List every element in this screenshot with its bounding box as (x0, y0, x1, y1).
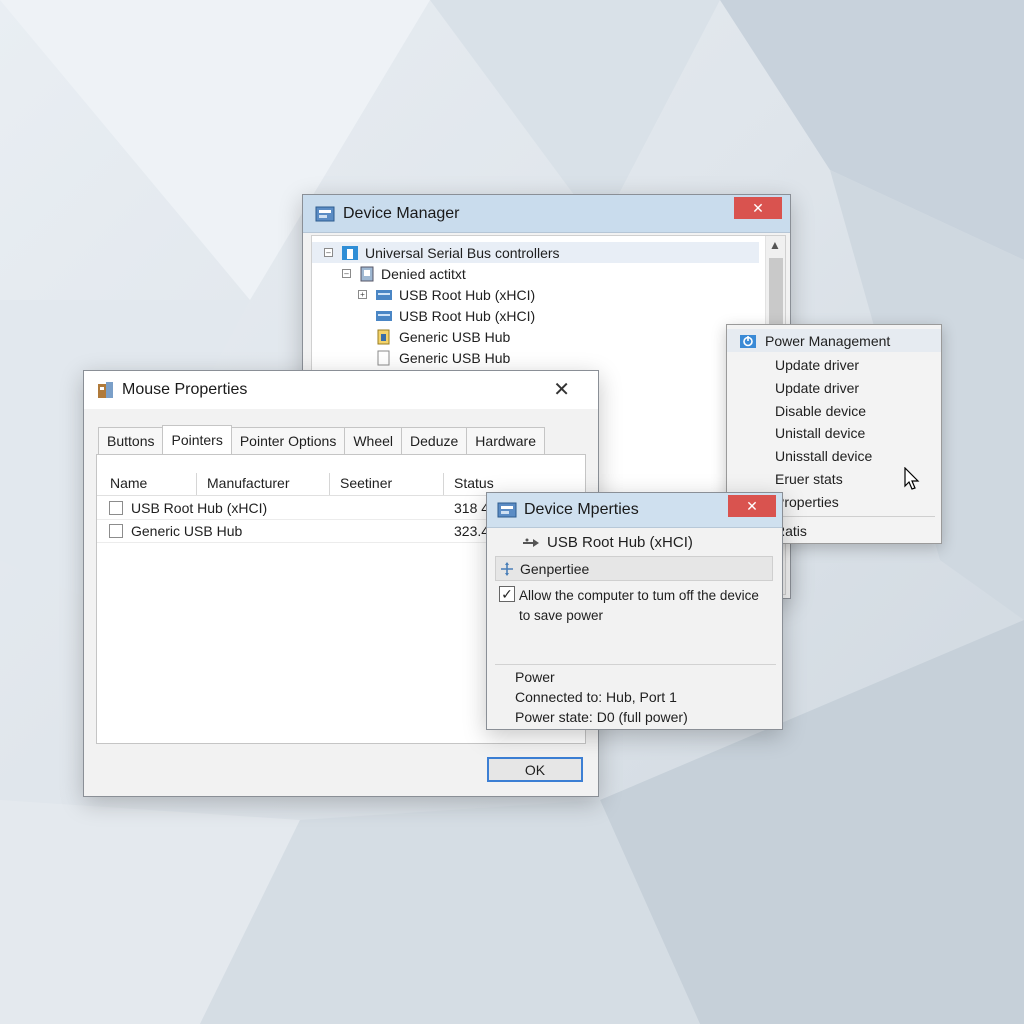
tree-node-usb-controllers[interactable]: – Universal Serial Bus controllers (312, 242, 759, 263)
usb-controller-icon (342, 245, 358, 260)
usb-hub-icon (376, 310, 392, 321)
menu-item-label: Power Management (765, 332, 891, 349)
scroll-up-icon[interactable]: ▲ (769, 238, 781, 252)
menu-item-update-driver[interactable]: Update driver (727, 353, 941, 376)
device-name: USB Root Hub (xHCI) (547, 534, 693, 551)
row-status: 318 4 (454, 500, 490, 516)
device-header: USB Root Hub (xHCI) (523, 534, 693, 551)
device-manager-close-button[interactable]: ✕ (734, 197, 782, 219)
tree-node-generic-hub-1[interactable]: Generic USB Hub (375, 326, 510, 347)
power-heading: Power (515, 669, 555, 685)
menu-item-uninstall-device-2[interactable]: Unisstall device (727, 444, 941, 467)
tab-pointers[interactable]: Pointers (162, 425, 232, 454)
tree-node-label: Denied actitxt (381, 265, 466, 282)
menu-item-power-management[interactable]: Power Management (727, 329, 941, 352)
row-name: USB Root Hub (xHCI) (131, 500, 268, 516)
column-header-status[interactable]: Status (454, 475, 494, 491)
allow-power-off-option[interactable]: ✓ Allow the computer to tum off the devi… (499, 586, 759, 626)
mouse-properties-app-icon (98, 382, 113, 398)
connected-to-text: Connected to: Hub, Port 1 (515, 689, 677, 705)
tree-node-label: Generic USB Hub (399, 328, 511, 345)
tree-node-generic-hub-2[interactable]: Generic USB Hub (375, 347, 510, 368)
tab-hardware[interactable]: Hardware (466, 427, 545, 454)
collapse-icon[interactable]: – (324, 248, 333, 257)
usb-plug-icon (523, 538, 539, 547)
column-header-seetiner[interactable]: Seetiner (340, 475, 392, 491)
tree-node-usb-root-hub-2[interactable]: USB Root Hub (xHCI) (375, 305, 535, 326)
column-header-name[interactable]: Name (110, 475, 147, 491)
column-separator (196, 473, 197, 495)
tree-node-label: Universal Serial Bus controllers (365, 244, 560, 261)
checkbox-label-line2: to save power (519, 608, 604, 623)
group-header[interactable]: Genpertiee (495, 556, 773, 581)
tree-node-label: Generic USB Hub (399, 349, 511, 366)
tree-node-denied[interactable]: – Denied actitxt (342, 263, 466, 284)
row-checkbox[interactable] (109, 524, 123, 538)
generic-hub-icon (377, 329, 390, 344)
menu-separator (777, 516, 935, 517)
mouse-pointer-icon (904, 467, 920, 490)
tab-deduze[interactable]: Deduze (401, 427, 468, 454)
ok-button[interactable]: OK (487, 757, 583, 782)
checkbox-label-line1: Allow the computer to tum off the device (519, 588, 759, 603)
power-management-icon (740, 334, 756, 348)
device-properties-window: Device Mperties ✕ USB Root Hub (xHCI) Ge… (486, 492, 783, 730)
allow-power-off-checkbox[interactable]: ✓ (499, 586, 515, 602)
device-manager-titlebar[interactable]: Device Manager ✕ (303, 195, 790, 233)
menu-item-uninstall-device[interactable]: Unistall device (727, 421, 941, 444)
tree-node-label: USB Root Hub (xHCI) (399, 307, 536, 324)
collapse-icon[interactable]: – (342, 269, 351, 278)
tab-wheel[interactable]: Wheel (344, 427, 403, 454)
blank-device-icon (377, 350, 390, 365)
mouse-properties-tabs: Buttons Pointers Pointer Options Wheel D… (98, 425, 545, 454)
power-state-text: Power state: D0 (full power) (515, 709, 688, 725)
mouse-properties-title: Mouse Properties (122, 381, 248, 398)
device-properties-titlebar[interactable]: Device Mperties ✕ (487, 493, 782, 528)
mouse-properties-titlebar[interactable]: Mouse Properties ✕ (84, 371, 598, 409)
column-separator (329, 473, 330, 495)
row-status: 323.4 (454, 523, 490, 539)
tab-pointer-options[interactable]: Pointer Options (230, 427, 346, 454)
device-properties-title: Device Mperties (524, 501, 639, 518)
menu-item-disable-device[interactable]: Disable device (727, 399, 941, 422)
expand-icon[interactable]: + (358, 290, 367, 299)
menu-item-update-driver-2[interactable]: Update driver (727, 376, 941, 399)
move-icon (501, 561, 513, 576)
device-properties-close-button[interactable]: ✕ (728, 495, 776, 517)
device-properties-app-icon (497, 502, 517, 518)
row-name: Generic USB Hub (131, 523, 243, 539)
device-manager-title: Device Manager (343, 204, 460, 222)
column-header-manufacturer[interactable]: Manufacturer (207, 475, 289, 491)
tree-node-usb-root-hub-1[interactable]: + USB Root Hub (xHCI) (358, 284, 535, 305)
tree-node-label: USB Root Hub (xHCI) (399, 286, 536, 303)
device-manager-app-icon (315, 206, 335, 221)
usb-hub-icon (376, 289, 392, 300)
close-icon[interactable]: ✕ (553, 377, 570, 402)
group-label: Genpertiee (520, 560, 590, 577)
device-icon (360, 266, 374, 281)
row-checkbox[interactable] (109, 501, 123, 515)
tab-buttons[interactable]: Buttons (98, 427, 164, 454)
column-separator (443, 473, 444, 495)
section-divider (495, 664, 776, 665)
